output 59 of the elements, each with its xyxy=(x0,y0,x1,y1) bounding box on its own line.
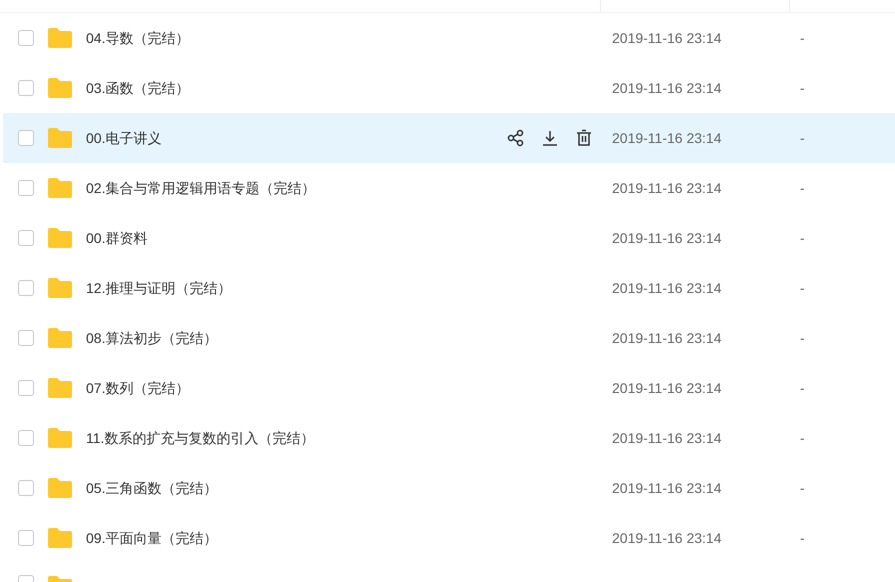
folder-icon xyxy=(47,377,73,399)
file-size: - xyxy=(800,278,806,298)
folder-icon xyxy=(47,27,73,49)
modified-time: 2019-11-16 23:14 xyxy=(612,278,722,298)
folder-icon xyxy=(47,177,73,199)
file-size: - xyxy=(800,328,806,348)
modified-time: 2019-11-16 23:14 xyxy=(612,428,722,448)
folder-name[interactable]: 02.集合与常用逻辑用语专题（完结） xyxy=(86,178,316,198)
folder-icon xyxy=(47,77,73,99)
file-size: - xyxy=(800,378,806,398)
folder-name[interactable]: 00.群资料 xyxy=(86,228,148,248)
download-icon[interactable] xyxy=(541,129,559,147)
file-size: - xyxy=(800,428,806,448)
modified-time: 2019-11-16 23:14 xyxy=(612,78,722,98)
folder-icon xyxy=(47,277,73,299)
file-size: - xyxy=(800,228,806,248)
checkbox[interactable] xyxy=(18,130,34,146)
checkbox[interactable] xyxy=(18,230,34,246)
folder-name[interactable]: 07.数列（完结） xyxy=(86,378,190,398)
file-size: - xyxy=(800,478,806,498)
folder-name[interactable]: 04.导数（完结） xyxy=(86,28,190,48)
folder-name[interactable]: 08.算法初步（完结） xyxy=(86,328,218,348)
modified-time: 2019-11-16 23:14 xyxy=(612,128,722,148)
file-size: - xyxy=(800,178,806,198)
checkbox[interactable] xyxy=(18,430,34,446)
delete-icon[interactable] xyxy=(575,129,593,147)
modified-time: 2019-11-16 23:14 xyxy=(612,28,722,48)
share-icon[interactable] xyxy=(507,129,525,147)
checkbox[interactable] xyxy=(18,180,34,196)
modified-time: 2019-11-16 23:14 xyxy=(612,528,722,548)
file-size: - xyxy=(800,28,806,48)
file-size: - xyxy=(800,78,806,98)
file-row[interactable]: 00.电子讲义 2019-11-16 23:14 - xyxy=(3,113,895,163)
checkbox[interactable] xyxy=(18,80,34,96)
folder-name[interactable]: 05.三角函数（完结） xyxy=(86,478,218,498)
folder-icon xyxy=(47,327,73,349)
checkbox[interactable] xyxy=(18,280,34,296)
folder-icon xyxy=(47,477,73,499)
folder-icon xyxy=(47,527,73,549)
checkbox[interactable] xyxy=(18,30,34,46)
checkbox[interactable] xyxy=(18,530,34,546)
folder-name[interactable]: 09.平面向量（完结） xyxy=(86,528,218,548)
folder-icon xyxy=(47,127,73,149)
folder-icon xyxy=(47,227,73,249)
checkbox[interactable] xyxy=(18,480,34,496)
modified-time: 2019-11-16 23:14 xyxy=(612,328,722,348)
modified-time: 2019-11-16 23:14 xyxy=(612,228,722,248)
checkbox[interactable] xyxy=(18,380,34,396)
modified-time: 2019-11-16 23:14 xyxy=(612,378,722,398)
folder-name[interactable]: 12.推理与证明（完结） xyxy=(86,278,232,298)
modified-time: 2019-11-16 23:14 xyxy=(612,178,722,198)
modified-time: 2019-11-16 23:14 xyxy=(612,478,722,498)
file-size: - xyxy=(800,128,806,148)
file-size: - xyxy=(800,528,806,548)
folder-name[interactable]: 00.电子讲义 xyxy=(86,128,162,148)
folder-icon xyxy=(47,427,73,449)
checkbox[interactable] xyxy=(18,330,34,346)
folder-name[interactable]: 11.数系的扩充与复数的引入（完结） xyxy=(86,428,314,448)
folder-name[interactable]: 03.函数（完结） xyxy=(86,78,190,98)
